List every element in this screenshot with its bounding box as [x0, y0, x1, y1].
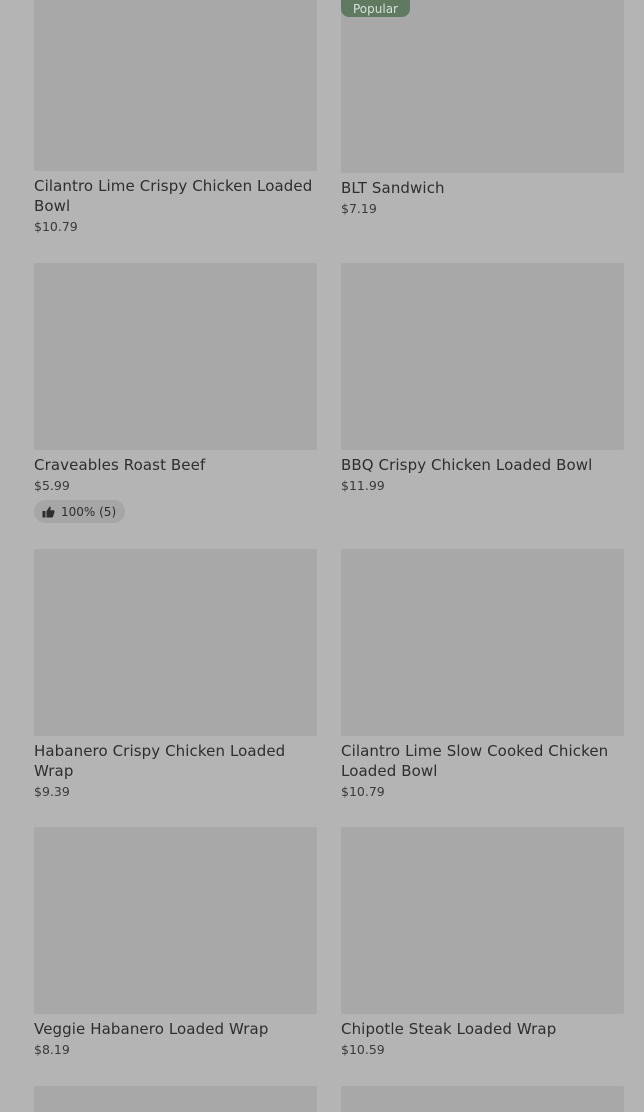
menu-item-price: $11.99	[341, 478, 385, 493]
menu-item-image[interactable]	[34, 549, 317, 736]
menu-item-name[interactable]: Craveables Roast Beef	[34, 455, 317, 475]
rating-text: 100% (5)	[61, 504, 117, 519]
menu-item-card[interactable]: Chipotle Steak Loaded Wrap $10.59	[341, 827, 624, 1058]
menu-item-price: $10.59	[341, 1042, 385, 1057]
menu-item-name[interactable]: Veggie Habanero Loaded Wrap	[34, 1019, 317, 1039]
menu-item-card[interactable]: Veggie Habanero Loaded Wrap $8.19	[34, 827, 317, 1058]
menu-item-image[interactable]	[341, 0, 624, 173]
rating-badge: 100% (5)	[34, 500, 126, 523]
menu-item-name[interactable]: Cilantro Lime Slow Cooked Chicken Loaded…	[341, 741, 624, 781]
menu-item-price: $10.79	[341, 784, 385, 799]
menu-item-price: $9.39	[34, 784, 70, 799]
menu-item-image[interactable]	[34, 1086, 317, 1112]
menu-item-card[interactable]: Habanero Crispy Chicken Loaded Wrap $9.3…	[34, 549, 317, 800]
menu-item-name[interactable]: Cilantro Lime Crispy Chicken Loaded Bowl	[34, 176, 317, 216]
menu-item-image[interactable]	[341, 549, 624, 736]
menu-item-card[interactable]: Craveables Roast Beef $5.99 100% (5)	[34, 263, 317, 523]
menu-item-image[interactable]	[34, 0, 317, 171]
menu-item-card[interactable]: Cilantro Lime Slow Cooked Chicken Loaded…	[341, 549, 624, 800]
menu-item-image[interactable]	[341, 827, 624, 1014]
menu-item-name[interactable]: Habanero Crispy Chicken Loaded Wrap	[34, 741, 317, 781]
menu-item-card[interactable]: BBQ Crispy Chicken Loaded Bowl $11.99	[341, 263, 624, 494]
menu-item-image[interactable]	[341, 263, 624, 450]
menu-item-image[interactable]	[341, 1086, 624, 1112]
menu-item-price: $5.99	[34, 478, 70, 493]
menu-item-price: $10.79	[34, 219, 78, 234]
menu-item-image[interactable]	[34, 263, 317, 450]
popular-badge: Popular	[341, 0, 410, 17]
menu-grid: Cilantro Lime Crispy Chicken Loaded Bowl…	[0, 0, 644, 1112]
menu-item-price: $7.19	[341, 201, 377, 216]
menu-item-name[interactable]: BLT Sandwich	[341, 178, 624, 198]
menu-item-card[interactable]	[341, 1086, 624, 1112]
menu-item-card[interactable]: BLT Sandwich $7.19	[341, 0, 624, 217]
menu-item-card[interactable]	[34, 1086, 317, 1112]
menu-item-image[interactable]	[34, 827, 317, 1014]
thumbs-up-icon	[42, 506, 55, 517]
menu-item-card[interactable]: Cilantro Lime Crispy Chicken Loaded Bowl…	[34, 0, 317, 235]
menu-item-name[interactable]: Chipotle Steak Loaded Wrap	[341, 1019, 624, 1039]
menu-item-name[interactable]: BBQ Crispy Chicken Loaded Bowl	[341, 455, 624, 475]
menu-item-price: $8.19	[34, 1042, 70, 1057]
